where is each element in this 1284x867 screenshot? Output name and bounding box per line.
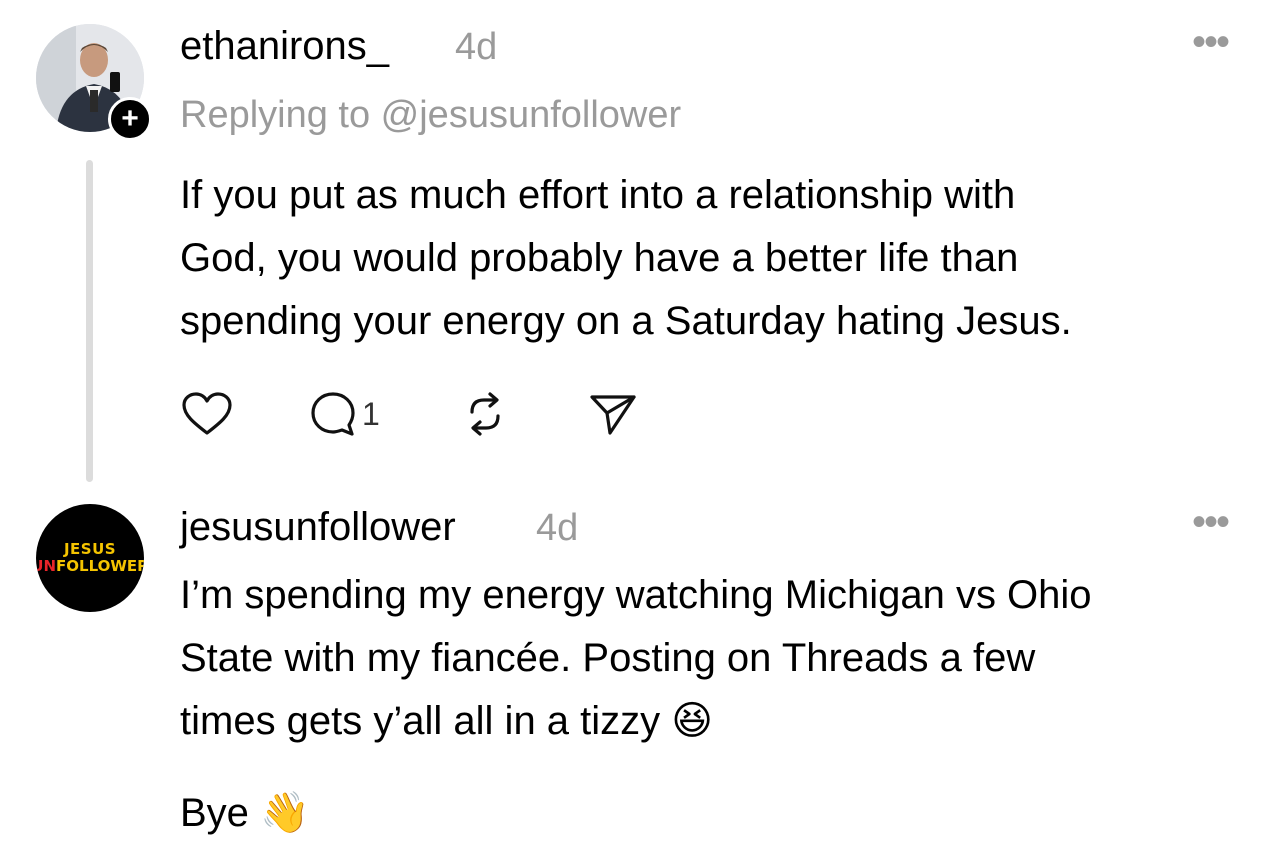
- repost-icon: [470, 392, 500, 436]
- post-username[interactable]: ethanirons_: [180, 24, 389, 69]
- avatar-logo-part: FOLLOWER: [56, 557, 144, 575]
- post-body-line: State with my fiancée. Posting on Thread…: [180, 636, 1036, 680]
- reply-button[interactable]: 1: [308, 390, 460, 438]
- post-body-line: I’m spending my energy watching Michigan…: [180, 573, 1092, 617]
- post-sign-off: Bye 👋: [180, 791, 310, 835]
- repost-button[interactable]: [460, 390, 588, 438]
- post-body: I’m spending my energy watching Michigan…: [180, 564, 1092, 753]
- post-timestamp: 4d: [536, 507, 579, 549]
- post-timestamp: 4d: [455, 26, 498, 68]
- avatar-logo-part: UN: [36, 557, 57, 575]
- replying-to-label[interactable]: Replying to @jesusunfollower: [180, 94, 681, 137]
- comment-icon: [311, 392, 355, 436]
- like-button[interactable]: [180, 391, 308, 437]
- post-body-line: God, you would probably have a better li…: [180, 236, 1019, 280]
- send-icon: [590, 395, 636, 435]
- post-body-line: times gets y’all all in a tizzy 😆: [180, 699, 713, 743]
- post-body: If you put as much effort into a relatio…: [180, 164, 1072, 353]
- avatar-logo-line: UNFOLLOWER: [36, 559, 144, 574]
- follow-plus-icon[interactable]: +: [108, 97, 152, 141]
- reply-count: 1: [362, 395, 380, 432]
- thread-connector-line: [86, 160, 93, 482]
- share-button[interactable]: [588, 391, 638, 437]
- more-options-icon[interactable]: •••: [1192, 500, 1230, 545]
- post-body-line: If you put as much effort into a relatio…: [180, 173, 1016, 217]
- avatar-jesusunfollower[interactable]: JESUS UNFOLLOWER: [36, 504, 144, 612]
- avatar-logo-line: JESUS: [63, 540, 117, 558]
- post-body-line: spending your energy on a Saturday hatin…: [180, 299, 1072, 343]
- post-actions: 1: [180, 390, 638, 438]
- post-username[interactable]: jesusunfollower: [180, 505, 456, 550]
- heart-icon: [182, 392, 232, 435]
- more-options-icon[interactable]: •••: [1192, 20, 1230, 65]
